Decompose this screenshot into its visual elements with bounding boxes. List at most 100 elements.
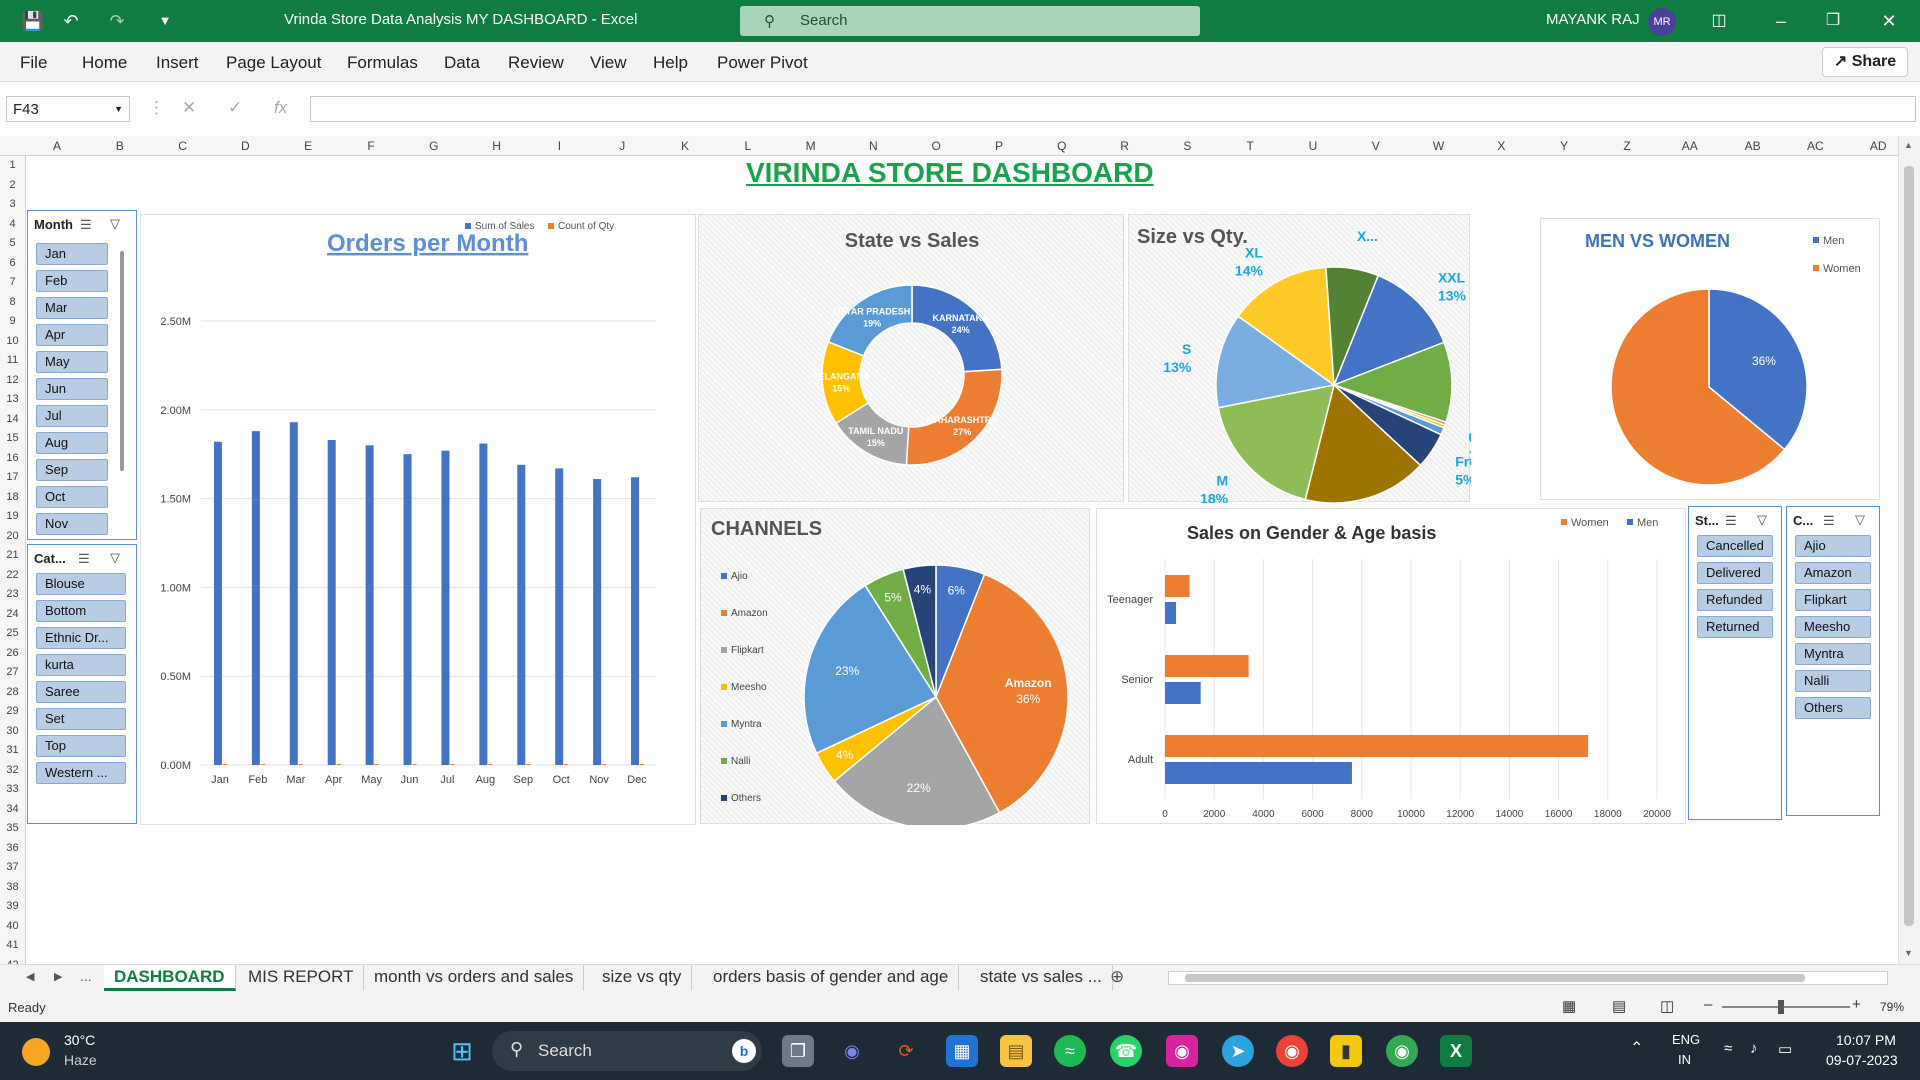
- column-header[interactable]: X: [1476, 139, 1526, 153]
- undo-icon[interactable]: ↶: [58, 8, 84, 34]
- column-header[interactable]: H: [472, 139, 522, 153]
- column-header[interactable]: Z: [1602, 139, 1652, 153]
- multi-select-icon[interactable]: ☰: [1725, 513, 1737, 529]
- excel-icon[interactable]: X: [1440, 1035, 1472, 1067]
- column-header[interactable]: W: [1414, 139, 1464, 153]
- user-name[interactable]: MAYANK RAJ: [1546, 11, 1640, 28]
- slicer-item[interactable]: Nalli: [1795, 670, 1871, 692]
- column-header[interactable]: Y: [1539, 139, 1589, 153]
- close-icon[interactable]: ✕: [1876, 8, 1902, 34]
- slicer-status[interactable]: St... ☰ ▽ Cancelled Delivered Refunded Retu…: [1688, 506, 1782, 820]
- slicer-item[interactable]: Top: [36, 735, 126, 757]
- column-header[interactable]: D: [220, 139, 270, 153]
- chart-men-vs-women[interactable]: MEN VS WOMEN Men Women 36%: [1540, 218, 1880, 500]
- weather-desc[interactable]: Haze: [64, 1052, 97, 1068]
- row-header[interactable]: 39: [0, 897, 25, 917]
- scroll-up-icon[interactable]: ▲: [1904, 140, 1913, 150]
- windows-start-icon[interactable]: ⊞: [446, 1035, 478, 1067]
- slicer-item[interactable]: Oct: [36, 486, 108, 508]
- chrome-icon[interactable]: ◉: [1276, 1035, 1308, 1067]
- chart-state-vs-sales[interactable]: State vs Sales KARNATAKA 24% MAHARASHTRA 27%…: [698, 214, 1124, 502]
- row-header[interactable]: 33: [0, 780, 25, 800]
- task-view-icon[interactable]: ❐: [782, 1035, 814, 1067]
- vertical-scrollbar[interactable]: ▲ ▼: [1898, 136, 1920, 964]
- save-icon[interactable]: 💾: [20, 8, 46, 34]
- column-header[interactable]: V: [1351, 139, 1401, 153]
- tray-chevron-icon[interactable]: ⌃: [1630, 1038, 1643, 1058]
- row-header[interactable]: 8: [0, 293, 25, 313]
- row-header[interactable]: 34: [0, 800, 25, 820]
- scroll-down-icon[interactable]: ▼: [1904, 948, 1913, 958]
- slicer-scrollbar[interactable]: [120, 251, 124, 471]
- row-header[interactable]: 18: [0, 488, 25, 508]
- add-sheet-icon[interactable]: ⊕: [1110, 967, 1124, 987]
- multi-select-icon[interactable]: ☰: [78, 551, 90, 567]
- menu-file[interactable]: File: [20, 53, 47, 73]
- weather-icon[interactable]: [22, 1038, 50, 1066]
- prev-sheet-icon[interactable]: ◀: [26, 970, 34, 983]
- row-header[interactable]: 17: [0, 468, 25, 488]
- row-header[interactable]: 26: [0, 644, 25, 664]
- tab-month-vs-orders[interactable]: month vs orders and sales: [364, 965, 585, 991]
- page-break-view-icon[interactable]: ◫: [1660, 997, 1674, 1015]
- menu-power-pivot[interactable]: Power Pivot: [717, 53, 808, 73]
- next-sheet-icon[interactable]: ▶: [54, 970, 62, 983]
- formula-input[interactable]: [310, 96, 1916, 122]
- column-header[interactable]: L: [723, 139, 773, 153]
- slicer-item[interactable]: Ethnic Dr...: [36, 627, 126, 649]
- row-header[interactable]: 24: [0, 605, 25, 625]
- horizontal-scrollbar[interactable]: [1168, 971, 1888, 985]
- row-header[interactable]: 27: [0, 663, 25, 683]
- tab-orders-gender-age[interactable]: orders basis of gender and age: [703, 965, 960, 991]
- chart-orders-per-month[interactable]: Orders per Month Sum of Sales Count of Qty…: [140, 214, 696, 825]
- taskbar-search[interactable]: ⚲ Search b: [492, 1031, 762, 1071]
- chart-sales-gender-age[interactable]: Sales on Gender & Age basis Women Men 0 2000…: [1096, 508, 1686, 824]
- clear-filter-icon[interactable]: ▽: [110, 216, 120, 232]
- row-header[interactable]: 36: [0, 839, 25, 859]
- column-header[interactable]: Q: [1037, 139, 1087, 153]
- app-icon[interactable]: ⟳: [890, 1035, 922, 1067]
- multi-select-icon[interactable]: ☰: [1823, 513, 1835, 529]
- chrome-profile-icon[interactable]: ◉: [1386, 1035, 1418, 1067]
- share-button[interactable]: ↗ Share: [1822, 47, 1908, 77]
- column-header[interactable]: R: [1100, 139, 1150, 153]
- tab-mis-report[interactable]: MIS REPORT: [238, 965, 365, 991]
- normal-view-icon[interactable]: ▦: [1562, 997, 1576, 1015]
- slicer-item[interactable]: Flipkart: [1795, 589, 1871, 611]
- menu-review[interactable]: Review: [508, 53, 564, 73]
- spotify-icon[interactable]: ≈: [1054, 1035, 1086, 1067]
- column-header[interactable]: I: [534, 139, 584, 153]
- slicer-item[interactable]: May: [36, 351, 108, 373]
- column-header[interactable]: S: [1162, 139, 1212, 153]
- column-header[interactable]: F: [346, 139, 396, 153]
- column-header[interactable]: K: [660, 139, 710, 153]
- more-sheets-icon[interactable]: ...: [80, 968, 92, 984]
- row-header[interactable]: 29: [0, 702, 25, 722]
- row-header[interactable]: 22: [0, 566, 25, 586]
- menu-page-layout[interactable]: Page Layout: [226, 53, 321, 73]
- meet-icon[interactable]: ◉: [836, 1035, 868, 1067]
- row-header[interactable]: 15: [0, 429, 25, 449]
- lang-2[interactable]: IN: [1678, 1052, 1691, 1067]
- row-header[interactable]: 7: [0, 273, 25, 293]
- slicer-item[interactable]: kurta: [36, 654, 126, 676]
- zoom-slider[interactable]: [1722, 1000, 1850, 1014]
- row-header[interactable]: 13: [0, 390, 25, 410]
- column-header[interactable]: O: [911, 139, 961, 153]
- slicer-item[interactable]: Blouse: [36, 573, 126, 595]
- slicer-item[interactable]: Western ...: [36, 762, 126, 784]
- redo-icon[interactable]: ↷: [104, 8, 130, 34]
- zoom-in-icon[interactable]: +: [1852, 996, 1861, 1013]
- row-header[interactable]: 2: [0, 176, 25, 196]
- row-header[interactable]: 4: [0, 215, 25, 235]
- row-header[interactable]: 30: [0, 722, 25, 742]
- row-header[interactable]: 41: [0, 936, 25, 956]
- row-header[interactable]: 31: [0, 741, 25, 761]
- slicer-item[interactable]: Amazon: [1795, 562, 1871, 584]
- slicer-item[interactable]: Aug: [36, 432, 108, 454]
- chevron-down-icon[interactable]: ▼: [114, 104, 123, 114]
- column-header[interactable]: G: [409, 139, 459, 153]
- column-header[interactable]: U: [1288, 139, 1338, 153]
- ribbon-display-icon[interactable]: ◫: [1706, 8, 1732, 34]
- row-header[interactable]: 9: [0, 312, 25, 332]
